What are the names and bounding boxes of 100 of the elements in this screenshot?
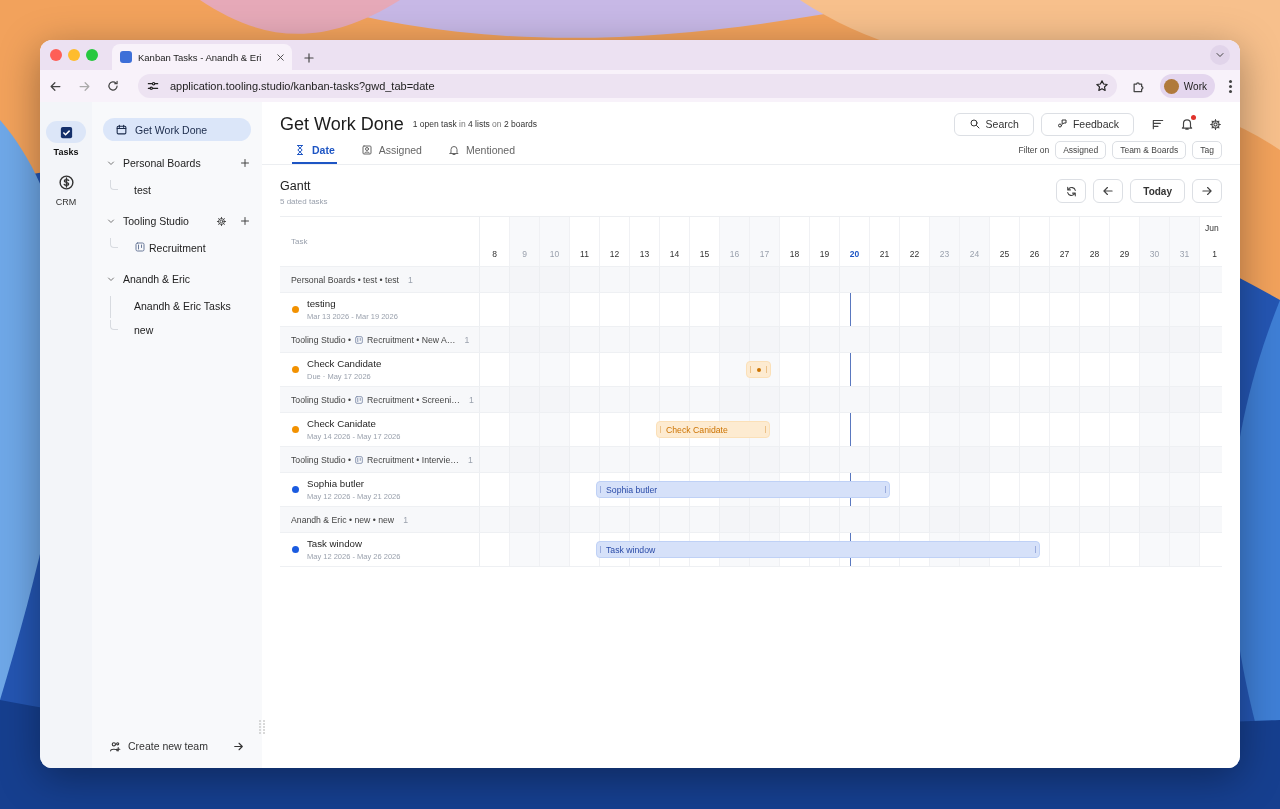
notifications-icon[interactable] <box>1180 117 1194 131</box>
board-icon <box>354 334 365 345</box>
day-label: 12 <box>609 249 620 259</box>
day-label: 13 <box>639 249 650 259</box>
add-icon[interactable] <box>239 215 251 227</box>
tree-connector <box>110 320 118 330</box>
task-title[interactable]: testing <box>307 298 398 309</box>
day-label: 29 <box>1119 249 1130 259</box>
day-label: 22 <box>909 249 920 259</box>
group-path: Anandh & Eric • new • new <box>291 514 395 525</box>
profile-button[interactable]: Work <box>1159 74 1215 98</box>
section-title: Gantt <box>280 179 312 193</box>
day-label: 17 <box>759 249 770 259</box>
browser-tab[interactable]: Kanban Tasks - Anandh & Eri <box>112 44 292 70</box>
task-bar[interactable]: Sophia butler <box>596 481 890 498</box>
day-label: 27 <box>1059 249 1070 259</box>
task-title[interactable]: Task window <box>307 538 401 549</box>
day-label: 11 <box>580 249 589 259</box>
task-title[interactable]: Check Canidate <box>307 418 401 429</box>
checkbox-icon <box>58 124 74 140</box>
day-label: 28 <box>1089 249 1100 259</box>
settings-icon[interactable] <box>216 215 227 227</box>
filter-label: Filter on <box>1018 145 1050 155</box>
task-count: 1 <box>467 454 473 465</box>
feedback-button[interactable]: Feedback <box>1040 112 1134 136</box>
day-label: 14 <box>669 249 680 259</box>
create-team-button[interactable]: Create new team <box>103 734 251 758</box>
dollar-icon <box>57 173 75 191</box>
bell-icon <box>447 144 460 156</box>
view-tab[interactable]: Assigned <box>358 138 424 164</box>
task-title[interactable]: Check Candidate <box>307 358 382 369</box>
day-label: 26 <box>1029 249 1040 259</box>
sidebar-item[interactable]: Get Work Done <box>103 118 251 141</box>
group-path: Recruitment • Screeni… <box>367 394 460 405</box>
group-path: Tooling Studio • <box>291 394 352 405</box>
day-label: 10 <box>549 249 560 259</box>
avatar-icon <box>1163 78 1179 94</box>
view-tab[interactable]: Mentioned <box>445 138 517 164</box>
search-icon <box>968 118 981 130</box>
filter-chip[interactable]: Assigned <box>1055 141 1107 159</box>
task-count: 1 <box>408 274 413 285</box>
day-label: 1 <box>1212 249 1217 259</box>
day-label: 15 <box>699 249 710 259</box>
day-label: 25 <box>999 249 1010 259</box>
team-name[interactable]: Anandh & Eric <box>123 273 251 285</box>
task-bar[interactable]: Task window <box>596 541 1040 558</box>
tree-connector <box>110 238 118 248</box>
day-label: 16 <box>729 249 740 259</box>
tree-connector <box>110 180 118 190</box>
board-link[interactable]: Anandh & Eric Tasks <box>134 300 231 312</box>
star-icon[interactable] <box>1094 79 1109 93</box>
month-label: Jun <box>1205 223 1219 233</box>
day-label: 23 <box>939 249 950 259</box>
list-icon[interactable] <box>1151 117 1165 131</box>
site-settings-icon <box>146 79 160 93</box>
filter-chip[interactable]: Tag <box>1192 141 1222 159</box>
task-summary: 1 open task in 4 lists on 2 boards <box>412 119 539 129</box>
close-icon[interactable] <box>275 51 286 63</box>
task-title[interactable]: Sophia butler <box>307 478 401 489</box>
day-label: 8 <box>492 249 497 259</box>
menu-icon[interactable] <box>1229 79 1232 93</box>
task-count: 1 <box>403 514 408 525</box>
people-icon <box>109 739 122 753</box>
day-label: 24 <box>969 249 980 259</box>
reload-icon[interactable] <box>106 79 120 93</box>
feedback-icon <box>1055 118 1068 130</box>
group-path: Recruitment • New A… <box>367 334 456 345</box>
team-name[interactable]: Personal Boards <box>123 157 227 169</box>
arrow-right-icon[interactable] <box>1200 184 1214 198</box>
team-name[interactable]: Tooling Studio <box>123 215 210 227</box>
new-tab-icon[interactable] <box>302 51 316 65</box>
board-link[interactable]: Recruitment <box>149 242 206 254</box>
calendar-icon <box>115 123 128 136</box>
milestone-marker[interactable] <box>746 361 771 378</box>
address-bar[interactable]: application.tooling.studio/kanban-tasks?gwd_tab=date <box>138 74 1117 98</box>
board-icon <box>134 241 146 253</box>
today-button[interactable]: Today <box>1130 179 1185 203</box>
settings-icon[interactable] <box>1209 117 1222 131</box>
refresh-icon[interactable] <box>1064 184 1078 198</box>
add-icon[interactable] <box>239 157 251 169</box>
day-label: 19 <box>819 249 830 259</box>
group-path: Recruitment • Intervie… <box>367 454 459 465</box>
arrow-left-icon[interactable] <box>1101 184 1116 198</box>
column-header: Task <box>291 237 308 246</box>
task-count: 1 <box>464 334 470 345</box>
group-path: Tooling Studio • <box>291 334 352 345</box>
view-tab[interactable]: Date <box>292 138 337 164</box>
group-path: Personal Boards • test • test <box>291 274 399 285</box>
filter-chip[interactable]: Team & Boards <box>1112 141 1187 159</box>
search-button[interactable]: Search <box>953 112 1034 136</box>
section-subtitle: 5 dated tasks <box>280 197 329 206</box>
day-label: 30 <box>1149 249 1160 259</box>
contact-card-icon <box>360 144 373 156</box>
rail-item[interactable]: CRM <box>46 171 86 207</box>
day-label: 31 <box>1179 249 1190 259</box>
board-link[interactable]: test <box>134 184 151 196</box>
resize-handle-icon[interactable] <box>258 719 266 735</box>
hourglass-icon <box>294 144 306 156</box>
day-label: 9 <box>522 249 527 259</box>
board-link[interactable]: new <box>134 324 154 336</box>
